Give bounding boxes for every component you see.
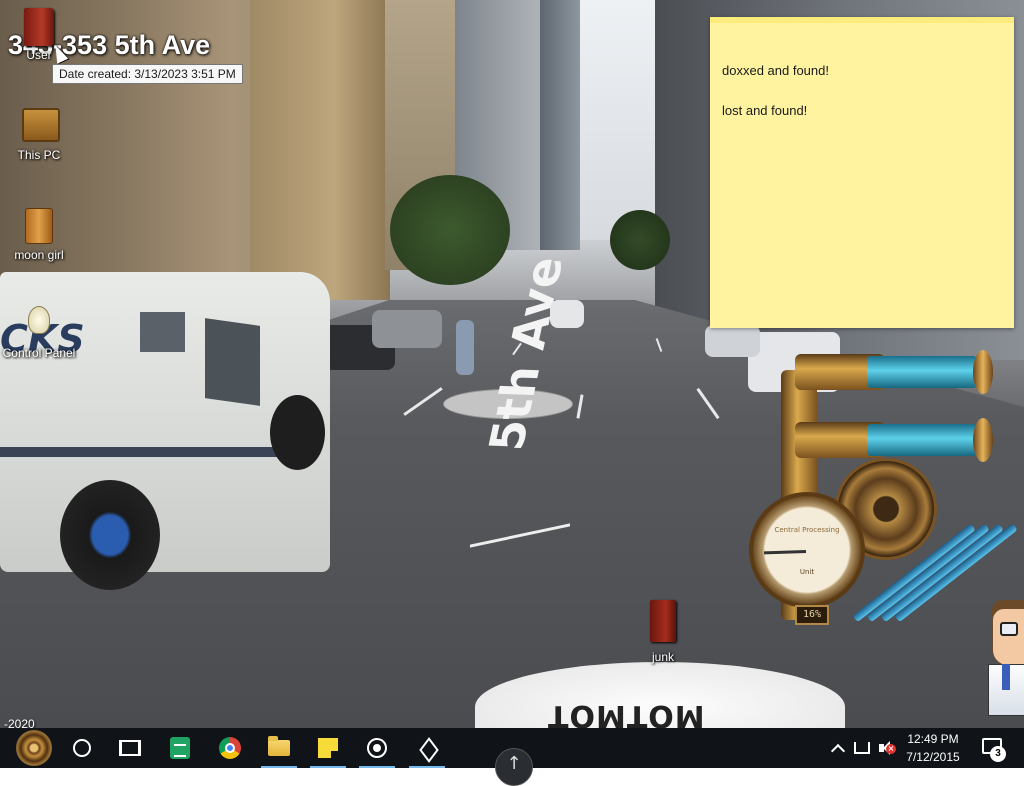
street-view-forward-arrow-icon[interactable]: ↑ <box>495 748 533 786</box>
truck-wheel <box>60 480 160 590</box>
cpu-meter-gadget[interactable]: Central Processing Unit 16% <box>745 350 1018 650</box>
show-hidden-icons-button[interactable] <box>828 728 848 768</box>
building-middle-2 <box>540 0 580 250</box>
desktop-icon-label: This PC <box>17 148 61 162</box>
truck-stripe <box>0 447 300 457</box>
start-button[interactable] <box>10 728 58 768</box>
taskbar-app-unity[interactable] <box>403 728 451 768</box>
desktop-icon-this-pc[interactable]: This PC <box>1 108 77 162</box>
lightbulb-icon <box>22 306 56 342</box>
taskbar-app-chrome[interactable] <box>206 728 254 768</box>
taskbar-app-webcam[interactable] <box>353 728 401 768</box>
cortana-button[interactable] <box>58 728 106 768</box>
cpu-percent-readout: 16% <box>795 605 829 625</box>
gauge-label: Central Processing <box>774 526 840 534</box>
car-ahead <box>550 300 584 328</box>
pedestrian <box>456 320 474 375</box>
truck-wheel <box>270 395 325 470</box>
desktop-icon-label: junk <box>651 650 674 664</box>
clock-date: 7/12/2015 <box>906 750 960 764</box>
avatar-tie <box>1002 664 1010 690</box>
desktop-icon-moon-girl[interactable]: moon girl <box>1 208 77 262</box>
imagery-year: -2020 <box>4 717 35 728</box>
suitcase-icon <box>22 208 56 244</box>
sticky-note[interactable]: doxxed and found! lost and found! <box>710 17 1014 328</box>
steampunk-orb-icon <box>16 730 52 766</box>
hood-logo: TOMTOM <box>548 698 706 728</box>
webcam-icon <box>367 738 387 758</box>
chrome-icon <box>219 737 241 759</box>
desktop-icon-control-panel[interactable]: Control Panel <box>1 306 77 360</box>
network-button[interactable] <box>852 728 872 768</box>
level-bars <box>852 520 1018 623</box>
sticky-note-line[interactable]: lost and found! <box>710 101 1014 121</box>
truck-window <box>140 312 185 352</box>
book-icon <box>646 600 680 646</box>
taskbar-app-sheets[interactable] <box>156 728 204 768</box>
circle-icon <box>73 739 91 757</box>
parked-car <box>372 310 442 348</box>
pipe-cap <box>973 350 993 394</box>
folder-icon <box>268 736 290 756</box>
taskbar-app-sticky-notes[interactable] <box>304 728 352 768</box>
cpu-gauge-dial: Central Processing Unit <box>749 492 865 608</box>
avatar-glasses <box>1000 622 1018 636</box>
avatar-face <box>992 608 1024 666</box>
cartoon-character-gadget[interactable] <box>988 600 1024 716</box>
tree-2 <box>610 210 670 270</box>
sticky-note-header[interactable] <box>710 17 1014 23</box>
network-icon <box>854 742 870 754</box>
task-view-icon <box>119 740 141 756</box>
desktop-icon-label: Control Panel <box>2 346 76 360</box>
tree <box>390 175 510 285</box>
blue-tube <box>867 356 977 388</box>
sticky-note-line[interactable]: doxxed and found! <box>710 61 1014 81</box>
treasure-chest-icon <box>22 108 60 144</box>
truck-window <box>205 318 260 406</box>
sheets-icon <box>170 737 190 759</box>
sticky-notes-icon <box>318 738 338 758</box>
gauge-unit-label: Unit <box>799 568 815 576</box>
notification-count-badge: 3 <box>990 746 1006 762</box>
gauge-needle <box>763 550 807 555</box>
chevron-up-icon <box>830 743 846 758</box>
desktop-icon-label: moon girl <box>14 248 64 262</box>
blue-tube <box>867 424 977 456</box>
level-bar <box>880 523 1004 623</box>
clock-time: 12:49 PM <box>907 732 959 746</box>
level-bar <box>866 523 990 623</box>
desktop-icon-junk[interactable]: junk <box>625 600 701 664</box>
building-left-2 <box>250 0 390 300</box>
taskbar-clock[interactable]: 12:49 PM 7/12/2015 <box>890 730 976 766</box>
task-view-button[interactable] <box>106 728 154 768</box>
unity-icon <box>418 739 436 757</box>
tooltip: Date created: 3/13/2023 3:51 PM <box>52 64 243 84</box>
pipe-cap <box>973 418 993 462</box>
book-icon <box>22 8 56 46</box>
taskbar-app-file-explorer[interactable] <box>255 728 303 768</box>
